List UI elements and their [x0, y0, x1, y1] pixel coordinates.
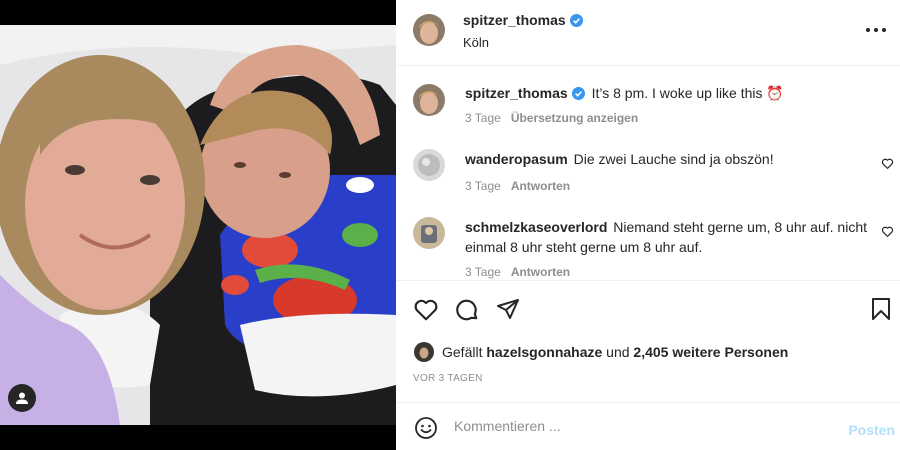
- author-avatar-image: [413, 14, 445, 46]
- translate-button[interactable]: Übersetzung anzeigen: [511, 111, 638, 125]
- action-bar: Gefällt hazelsgonnahaze und 2,405 weiter…: [396, 280, 900, 400]
- comment-avatar-image: [413, 149, 445, 181]
- user-tag-icon: [16, 392, 28, 404]
- emoji-icon[interactable]: [414, 416, 438, 440]
- comment-item: schmelzkaseoverlord Niemand steht gerne …: [465, 217, 875, 257]
- comment-text: Die zwei Lauche sind ja obszön!: [573, 151, 774, 167]
- liker-avatar[interactable]: [414, 342, 434, 362]
- caption-meta: 3 Tage Übersetzung anzeigen: [465, 111, 638, 125]
- share-icon[interactable]: [496, 297, 520, 321]
- heart-icon[interactable]: [881, 157, 894, 170]
- tagged-users-button[interactable]: [8, 384, 36, 412]
- comment-meta: 3 Tage Antworten: [465, 179, 570, 193]
- comments-list: spitzer_thomas It’s 8 pm. I woke up like…: [396, 67, 900, 279]
- comment-avatar[interactable]: [413, 149, 445, 181]
- verified-badge-icon: [571, 87, 585, 100]
- comment-username[interactable]: schmelzkaseoverlord: [465, 219, 607, 235]
- comment-time[interactable]: 3 Tage: [465, 265, 501, 279]
- comment-item: wanderopasum Die zwei Lauche sind ja obs…: [465, 149, 875, 169]
- post-photo[interactable]: [0, 25, 396, 425]
- author-username[interactable]: spitzer_thomas: [463, 12, 566, 28]
- bookmark-icon[interactable]: [870, 297, 892, 321]
- comment-meta: 3 Tage Antworten: [465, 265, 570, 279]
- reply-button[interactable]: Antworten: [511, 265, 570, 279]
- post-panel: spitzer_thomas Köln spitzer_thomas It’s …: [396, 0, 900, 450]
- comment-icon[interactable]: [454, 297, 480, 323]
- post-comment-button[interactable]: Posten: [848, 422, 895, 438]
- reply-button[interactable]: Antworten: [511, 179, 570, 193]
- more-options-icon[interactable]: [866, 22, 886, 38]
- comment-composer: Posten: [396, 402, 900, 450]
- comment-time[interactable]: 3 Tage: [465, 179, 501, 193]
- post-date[interactable]: VOR 3 TAGEN: [413, 373, 483, 384]
- author-line: spitzer_thomas: [463, 12, 583, 30]
- likes-summary: Gefällt hazelsgonnahaze und 2,405 weiter…: [414, 342, 788, 362]
- caption-username[interactable]: spitzer_thomas: [465, 85, 568, 101]
- comment-input[interactable]: [454, 415, 834, 437]
- verified-badge-icon: [569, 14, 583, 27]
- caption-text: It’s 8 pm. I woke up like this ⏰: [591, 85, 784, 101]
- like-heart-icon[interactable]: [413, 297, 439, 323]
- comment-avatar-image: [413, 217, 445, 249]
- caption-avatar[interactable]: [413, 84, 445, 116]
- selfie-image: [0, 25, 396, 425]
- likes-prefix: Gefällt: [442, 344, 483, 360]
- likes-user[interactable]: hazelsgonnahaze: [486, 344, 602, 360]
- caption-time[interactable]: 3 Tage: [465, 111, 501, 125]
- post-location[interactable]: Köln: [463, 35, 489, 50]
- likes-count[interactable]: 2,405 weitere Personen: [633, 344, 788, 360]
- caption: spitzer_thomas It’s 8 pm. I woke up like…: [465, 83, 875, 103]
- likes-and: und: [606, 344, 630, 360]
- author-avatar[interactable]: [413, 14, 445, 46]
- comment-avatar[interactable]: [413, 217, 445, 249]
- caption-avatar-image: [413, 84, 445, 116]
- comment-username[interactable]: wanderopasum: [465, 151, 568, 167]
- post-header: spitzer_thomas Köln: [396, 0, 900, 66]
- heart-icon[interactable]: [881, 225, 894, 238]
- post-media: [0, 0, 396, 450]
